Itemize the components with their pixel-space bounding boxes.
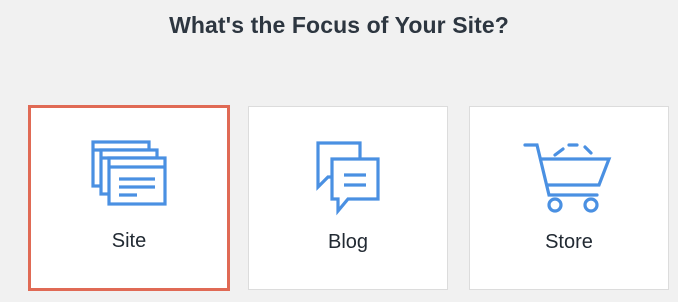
option-label-store: Store: [545, 231, 593, 253]
option-card-store[interactable]: Store: [469, 106, 669, 290]
shopping-cart-icon: [519, 137, 619, 219]
option-card-blog[interactable]: Blog: [248, 106, 448, 290]
site-windows-icon: [79, 136, 179, 218]
blog-chat-icon: [298, 137, 398, 219]
option-label-blog: Blog: [327, 231, 369, 253]
option-card-site[interactable]: Site: [28, 105, 230, 291]
page-title: What's the Focus of Your Site?: [169, 12, 509, 38]
focus-options: Site Blog Store: [28, 105, 669, 294]
site-focus-page: What's the Focus of Your Site? Site Blog…: [0, 0, 678, 302]
option-label-site: Site: [111, 230, 147, 252]
